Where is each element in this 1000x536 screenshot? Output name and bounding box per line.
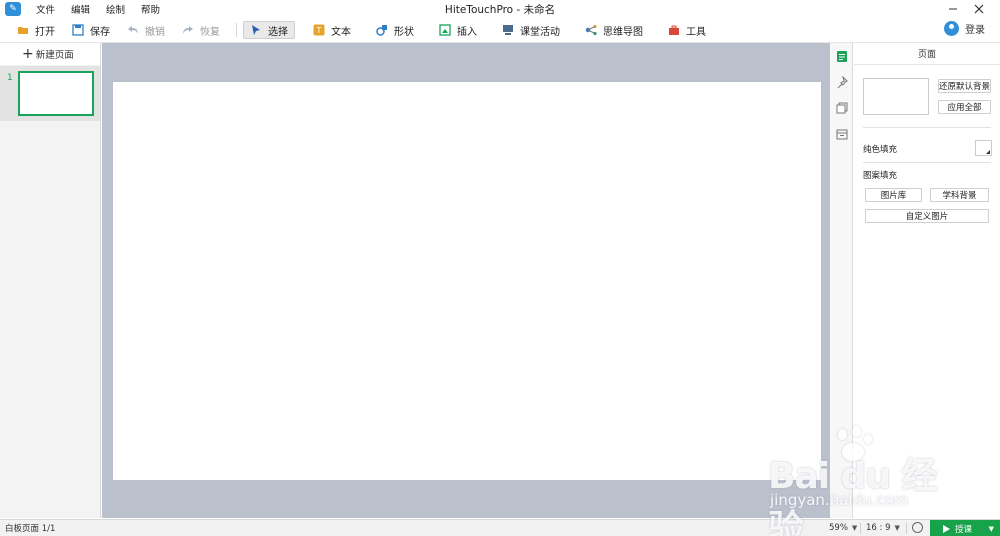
- tools-button[interactable]: 工具: [661, 21, 713, 39]
- canvas-area: [102, 43, 830, 518]
- toolbar-divider: [236, 23, 237, 37]
- app-logo-icon[interactable]: ✎: [5, 1, 21, 16]
- divider: [860, 523, 861, 534]
- tab-page-properties[interactable]: [830, 43, 853, 69]
- save-icon: [72, 24, 84, 36]
- text-icon: T: [313, 24, 325, 36]
- menu-bar: 文件 编辑 绘制 帮助: [36, 2, 176, 16]
- page-thumbnail[interactable]: [18, 71, 94, 116]
- chevron-down-icon: ▼: [851, 524, 858, 532]
- menu-edit[interactable]: 编辑: [71, 2, 90, 16]
- zoom-value: 59%: [829, 523, 848, 533]
- toolbox-icon: [669, 25, 679, 35]
- page-number: 1: [7, 73, 13, 83]
- login-button[interactable]: 登录: [944, 21, 985, 36]
- aspect-ratio-dropdown[interactable]: 16 : 9 ▼: [866, 523, 900, 533]
- play-icon: [943, 524, 950, 533]
- fill-color-picker[interactable]: [975, 140, 992, 156]
- new-page-button[interactable]: + 新建页面: [0, 43, 100, 65]
- menu-file[interactable]: 文件: [36, 2, 55, 16]
- apply-all-button[interactable]: 应用全部: [938, 100, 991, 114]
- minimize-button[interactable]: [940, 0, 966, 17]
- mindmap-button[interactable]: 思维导图: [578, 21, 650, 39]
- background-preview: [863, 78, 929, 115]
- panel-title: 页面: [854, 43, 1000, 65]
- folder-icon: [18, 27, 28, 34]
- main-toolbar: 打开 保存 撤销 恢复 选择 T 文本 形状 插入 课堂活动 思维导图 工具 登…: [0, 18, 1000, 43]
- pages-panel: + 新建页面 1: [0, 43, 101, 518]
- save-button[interactable]: 保存: [65, 21, 117, 39]
- subject-background-button[interactable]: 学科背景: [930, 188, 989, 202]
- divider: [863, 162, 991, 163]
- menu-help[interactable]: 帮助: [141, 2, 160, 16]
- divider: [863, 127, 991, 128]
- tab-pin[interactable]: [830, 69, 853, 95]
- minimize-icon: [949, 8, 957, 9]
- image-library-button[interactable]: 图片库: [865, 188, 922, 202]
- insert-image-icon: [439, 24, 451, 36]
- pattern-fill-label: 图案填充: [863, 171, 898, 181]
- svg-text:T: T: [316, 26, 322, 35]
- restore-default-background-button[interactable]: 还原默认背景: [938, 79, 991, 93]
- custom-image-button[interactable]: 自定义图片: [865, 209, 989, 223]
- chevron-down-icon[interactable]: ▼: [989, 525, 994, 533]
- tab-layers[interactable]: [830, 95, 853, 121]
- close-icon: [974, 4, 984, 13]
- zoom-dropdown[interactable]: 59% ▼: [829, 523, 857, 533]
- open-button[interactable]: 打开: [10, 21, 62, 39]
- mindmap-icon: [585, 24, 597, 36]
- tab-archive[interactable]: [830, 121, 853, 147]
- page-thumbnail-row[interactable]: 1: [0, 66, 100, 121]
- text-tool-button[interactable]: T 文本: [306, 21, 358, 39]
- avatar-icon: [944, 21, 959, 36]
- plus-icon: +: [22, 46, 34, 62]
- select-tool-button[interactable]: 选择: [243, 21, 295, 39]
- aspect-ratio-value: 16 : 9: [866, 523, 891, 533]
- cursor-arrow-icon: [252, 25, 260, 35]
- fit-screen-icon[interactable]: [912, 522, 923, 533]
- divider: [906, 523, 907, 534]
- redo-button[interactable]: 恢复: [175, 21, 227, 39]
- solid-fill-label: 纯色填充: [863, 145, 898, 155]
- chevron-down-icon: ▼: [894, 524, 900, 532]
- undo-button[interactable]: 撤销: [120, 21, 172, 39]
- page-status: 白板页面 1/1: [5, 524, 56, 534]
- archive-icon: [836, 129, 847, 140]
- menu-draw[interactable]: 绘制: [106, 2, 125, 16]
- close-button[interactable]: [966, 0, 992, 17]
- layers-icon: [836, 102, 847, 114]
- pin-icon: [837, 76, 848, 88]
- undo-icon: [128, 26, 138, 34]
- present-button[interactable]: 授课 ▼: [930, 520, 1000, 536]
- properties-panel: 页面 还原默认背景 应用全部 纯色填充 图案填充 图片库 学科背景 自定义图片: [854, 43, 1000, 518]
- shape-tool-button[interactable]: 形状: [369, 21, 421, 39]
- whiteboard-canvas[interactable]: [113, 82, 821, 480]
- page-document-icon: [836, 50, 847, 62]
- redo-icon: [183, 26, 193, 34]
- properties-tab-strip: [830, 43, 853, 518]
- insert-button[interactable]: 插入: [432, 21, 484, 39]
- shape-icon: [376, 25, 387, 36]
- classroom-activity-button[interactable]: 课堂活动: [495, 21, 567, 39]
- classroom-icon: [503, 25, 513, 35]
- title-bar: ✎ 文件 编辑 绘制 帮助 HiteTouchPro - 未命名: [0, 0, 1000, 17]
- status-bar: 白板页面 1/1 59% ▼ 16 : 9 ▼ 授课 ▼: [0, 519, 1000, 536]
